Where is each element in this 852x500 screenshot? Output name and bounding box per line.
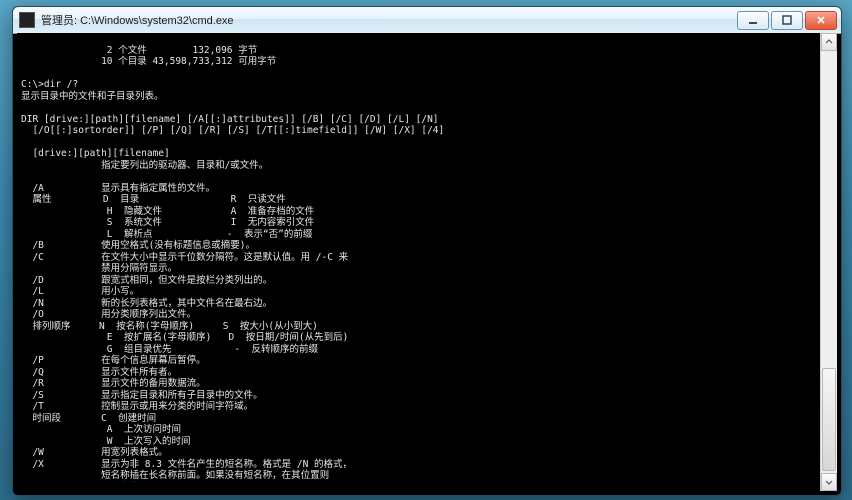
cmd-icon <box>19 12 35 28</box>
chevron-up-icon <box>825 38 833 46</box>
minimize-button[interactable] <box>737 11 769 30</box>
client-area: 2 个文件 132,096 字节 10 个目录 43,598,733,312 可… <box>17 33 837 491</box>
close-button[interactable] <box>805 11 837 30</box>
chevron-down-icon <box>825 478 833 486</box>
close-icon <box>816 15 826 25</box>
scroll-down-button[interactable] <box>821 473 837 491</box>
scroll-thumb[interactable] <box>822 368 836 471</box>
console-output[interactable]: 2 个文件 132,096 字节 10 个目录 43,598,733,312 可… <box>17 43 820 482</box>
maximize-button[interactable] <box>771 11 803 30</box>
scroll-track[interactable] <box>821 51 837 473</box>
maximize-icon <box>782 15 792 25</box>
minimize-icon <box>748 15 758 25</box>
window-buttons <box>735 11 837 30</box>
scroll-up-button[interactable] <box>821 33 837 51</box>
cmd-window: 管理员: C:\Windows\system32\cmd.exe 2 个文件 1… <box>12 6 842 496</box>
titlebar[interactable]: 管理员: C:\Windows\system32\cmd.exe <box>13 7 841 34</box>
window-title: 管理员: C:\Windows\system32\cmd.exe <box>41 12 735 28</box>
vertical-scrollbar[interactable] <box>820 33 837 491</box>
